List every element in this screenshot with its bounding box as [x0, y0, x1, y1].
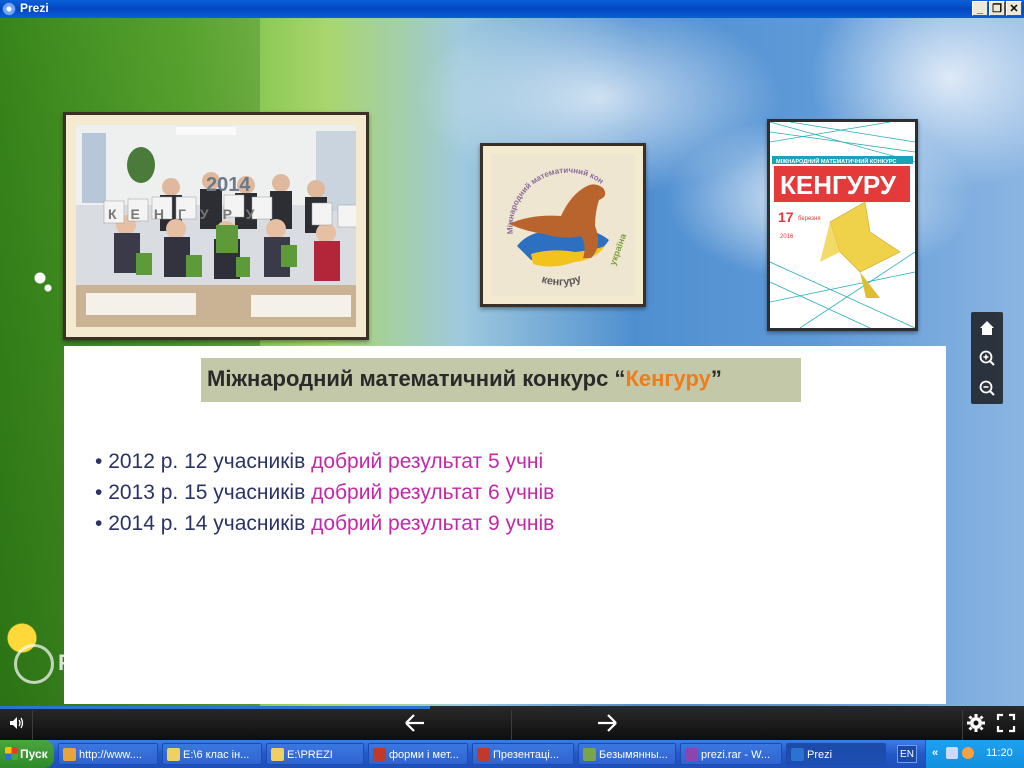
window-title: Prezi: [20, 1, 49, 15]
svg-text:кенгуру: кенгуру: [540, 273, 583, 289]
kangaroo-logo-illustration: Міжнародний математичний конкурс кенгуру…: [491, 154, 629, 289]
photo-word-sign: КЕНГУРУ: [108, 206, 269, 222]
window-titlebar: Prezi _ ❐ ✕: [0, 0, 1024, 18]
taskbar-app-icon: [63, 748, 76, 761]
home-icon: [980, 321, 994, 335]
kangaroo-logo-frame: Міжнародний математичний конкурс кенгуру…: [480, 143, 646, 307]
divider: [511, 710, 512, 740]
slide-heading-prefix: Міжнародний математичний конкурс “: [207, 366, 626, 391]
results-list: • 2012 р. 12 учасників добрий результат …: [95, 446, 554, 539]
language-indicator[interactable]: EN: [897, 745, 917, 763]
gear-icon: [967, 714, 985, 732]
settings-button[interactable]: [966, 713, 986, 739]
start-button[interactable]: Пуск: [0, 740, 54, 768]
restore-button[interactable]: ❐: [989, 1, 1005, 16]
taskbar-app-icon: [685, 748, 698, 761]
clock[interactable]: 11:20: [986, 747, 1013, 759]
slide-heading: Міжнародний математичний конкурс “Кенгур…: [207, 366, 722, 392]
player-control-bar: [0, 706, 1024, 740]
result-outcome-text: добрий результат 5 учні: [311, 450, 544, 473]
poster-year: 2016: [780, 234, 794, 240]
taskbar-button[interactable]: http://www....: [58, 743, 158, 765]
zoom-out-icon: [979, 380, 995, 396]
taskbar-button-label: http://www....: [79, 749, 142, 761]
zoom-out-button[interactable]: [975, 376, 999, 400]
taskbar-button[interactable]: prezi.rar - W...: [680, 743, 782, 765]
taskbar-button-label: prezi.rar - W...: [701, 749, 771, 761]
tray-expand-icon[interactable]: «: [932, 747, 938, 759]
result-outcome-text: добрий результат 6 учнів: [311, 481, 555, 504]
logo-arc-side-text: україна: [607, 231, 628, 266]
taskbar-button[interactable]: Презентаці...: [472, 743, 574, 765]
contest-poster-illustration: МІЖНАРОДНИЙ МАТЕМАТИЧНИЙ КОНКУРС КЕНГУРУ…: [769, 121, 916, 329]
logo-arc-bottom-text: кенгуру: [540, 273, 583, 289]
taskbar-app-icon: [583, 748, 596, 761]
divider: [962, 710, 963, 740]
arrow-left-icon: [405, 714, 424, 732]
kangaroo-logo: Міжнародний математичний конкурс кенгуру…: [491, 154, 635, 296]
poster-date-month: березня: [798, 216, 821, 222]
poster-date-day: 17: [778, 209, 794, 225]
divider: [32, 710, 33, 740]
results-list-item: • 2012 р. 12 учасників добрий результат …: [95, 450, 544, 473]
prezi-watermark-icon: [14, 644, 54, 684]
taskbar-button[interactable]: Безымянны...: [578, 743, 676, 765]
photo-year-sign: 2014: [206, 174, 251, 196]
taskbar-app-icon: [791, 748, 804, 761]
result-outcome-text: добрий результат 9 учнів: [311, 512, 555, 535]
previous-button[interactable]: [402, 712, 428, 740]
class-photo-image: 2014 КЕНГУРУ: [76, 125, 356, 327]
zoom-in-icon: [979, 350, 995, 366]
next-button[interactable]: [594, 712, 620, 740]
fullscreen-button[interactable]: [996, 713, 1016, 739]
poster-title: КЕНГУРУ: [780, 170, 897, 200]
contest-poster: МІЖНАРОДНИЙ МАТЕМАТИЧНИЙ КОНКУРС КЕНГУРУ…: [767, 119, 918, 331]
prezi-app-icon: [2, 2, 16, 16]
windows-taskbar: Пуск http://www.... E:\6 клас ін... E:\PRE…: [0, 740, 1024, 768]
network-icon[interactable]: [946, 747, 958, 759]
slide-heading-suffix: ”: [710, 366, 722, 391]
zoom-controls: [971, 312, 1003, 404]
arrow-right-icon: [598, 714, 617, 732]
taskbar-app-icon: [271, 748, 284, 761]
results-list-item: • 2014 р. 14 учасників добрий результат …: [95, 512, 555, 535]
class-photo: 2014 КЕНГУРУ: [63, 112, 369, 340]
taskbar-button[interactable]: Prezi: [786, 743, 886, 765]
prezi-watermark-text: Prezi: [58, 650, 111, 675]
poster-header: МІЖНАРОДНИЙ МАТЕМАТИЧНИЙ КОНКУРС: [776, 157, 896, 165]
result-year-text: 2014 р. 14 учасників: [108, 512, 306, 535]
system-tray: « 11:20: [925, 740, 1024, 768]
close-button[interactable]: ✕: [1006, 1, 1022, 16]
taskbar-button-label: Презентаці...: [493, 749, 559, 761]
minimize-button[interactable]: _: [972, 1, 988, 16]
player-progress-bar[interactable]: [0, 706, 431, 709]
taskbar-button[interactable]: E:\6 клас ін...: [162, 743, 262, 765]
taskbar-button[interactable]: форми і мет...: [368, 743, 468, 765]
volume-button[interactable]: [8, 714, 26, 738]
antivirus-icon[interactable]: [962, 747, 974, 759]
zoom-in-button[interactable]: [975, 346, 999, 370]
taskbar-button[interactable]: E:\PREZI: [266, 743, 364, 765]
taskbar-button-label: E:\PREZI: [287, 749, 333, 761]
taskbar-button-label: E:\6 клас ін...: [183, 749, 250, 761]
home-button[interactable]: [975, 316, 999, 340]
taskbar-button-label: Безымянны...: [599, 749, 668, 761]
result-year-text: 2013 р. 15 учасників: [108, 481, 306, 504]
result-year-text: 2012 р. 12 учасників: [108, 450, 306, 473]
taskbar-button-label: Prezi: [807, 749, 833, 761]
taskbar-app-icon: [167, 748, 180, 761]
fullscreen-icon: [996, 713, 1016, 733]
slide-heading-highlight: Кенгуру: [625, 366, 711, 391]
taskbar-app-icon: [477, 748, 490, 761]
class-photo-illustration: 2014 КЕНГУРУ: [76, 125, 356, 327]
results-list-item: • 2013 р. 15 учасників добрий результат …: [95, 481, 555, 504]
volume-icon: [10, 717, 24, 729]
taskbar-button-label: форми і мет...: [389, 749, 459, 761]
taskbar-app-icon: [373, 748, 386, 761]
